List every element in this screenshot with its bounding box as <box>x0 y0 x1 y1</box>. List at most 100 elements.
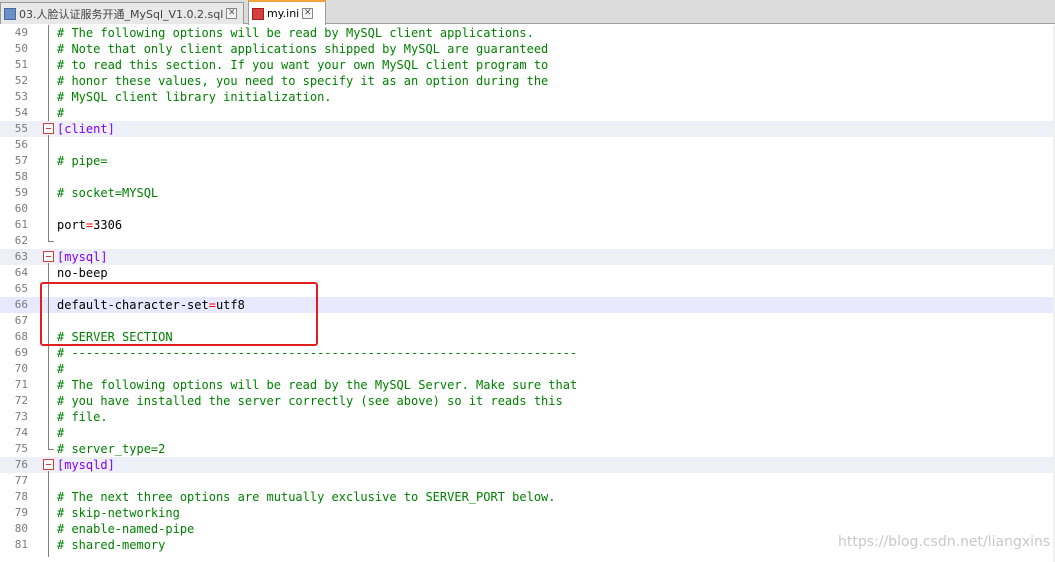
code-line[interactable]: 58 <box>0 169 1055 185</box>
token: no-beep <box>57 266 108 280</box>
token: # enable-named-pipe <box>57 522 195 536</box>
line-number: 78 <box>14 490 28 503</box>
close-icon[interactable]: ✕ <box>302 8 314 19</box>
token: # file. <box>57 410 108 424</box>
close-icon[interactable]: ✕ <box>226 8 238 19</box>
token: [mysql] <box>57 250 108 264</box>
code-line[interactable]: 69 # ------------------------------------… <box>0 345 1055 361</box>
code-line[interactable]: 70 # <box>0 361 1055 377</box>
line-text: # honor these values, you need to specif… <box>57 73 548 89</box>
code-line[interactable]: 64 no-beep <box>0 265 1055 281</box>
code-line[interactable]: 74 # <box>0 425 1055 441</box>
code-line[interactable]: 51 # to read this section. If you want yo… <box>0 57 1055 73</box>
fold-toggle-icon[interactable] <box>43 251 54 262</box>
line-number: 52 <box>14 74 28 87</box>
line-number: 75 <box>14 442 28 455</box>
line-number: 50 <box>14 42 28 55</box>
line-number: 81 <box>14 538 28 551</box>
token: 3306 <box>93 218 123 232</box>
token: # to read this section. If you want your… <box>57 58 549 72</box>
token: # <box>57 106 65 120</box>
line-number: 69 <box>14 346 28 359</box>
line-number: 67 <box>14 314 28 327</box>
token: # skip-networking <box>57 506 180 520</box>
line-number: 49 <box>14 26 28 39</box>
line-text: # --------------------------------------… <box>57 345 577 361</box>
tab-label: my.ini <box>267 7 300 20</box>
code-line[interactable]: 78 # The next three options are mutually … <box>0 489 1055 505</box>
code-line[interactable]: 52 # honor these values, you need to spec… <box>0 73 1055 89</box>
fold-end-marker <box>48 241 54 242</box>
line-number: 79 <box>14 506 28 519</box>
line-text: no-beep <box>57 265 108 281</box>
line-number: 73 <box>14 410 28 423</box>
token: # The following options will be read by … <box>57 378 578 392</box>
line-number: 55 <box>14 122 28 135</box>
line-number: 51 <box>14 58 28 71</box>
token: # The next three options are mutually ex… <box>57 490 556 504</box>
fold-toggle-icon[interactable] <box>43 123 54 134</box>
code-line[interactable]: 61 port=3306 <box>0 217 1055 233</box>
line-text: # socket=MYSQL <box>57 185 158 201</box>
token: # <box>57 362 65 376</box>
line-number: 70 <box>14 362 28 375</box>
section-header-line[interactable]: 55 [client] <box>0 121 1055 137</box>
line-number: 77 <box>14 474 28 487</box>
line-text: # shared-memory <box>57 537 165 553</box>
line-number: 60 <box>14 202 28 215</box>
line-text: [mysqld] <box>57 457 115 473</box>
code-line[interactable]: 57 # pipe= <box>0 153 1055 169</box>
tab-bar: 03.人脸认证服务开通_MySql_V1.0.2.sql ✕ my.ini ✕ <box>0 0 1055 25</box>
token: # Note that only client applications shi… <box>57 42 549 56</box>
code-line[interactable]: 79 # skip-networking <box>0 505 1055 521</box>
line-text: # The following options will be read by … <box>57 25 534 41</box>
line-number: 65 <box>14 282 28 295</box>
token: [client] <box>57 122 115 136</box>
token: # server_type=2 <box>57 442 166 456</box>
line-number: 56 <box>14 138 28 151</box>
token: # you have installed the server correctl… <box>57 394 563 408</box>
token: [mysqld] <box>57 458 115 472</box>
fold-guide <box>48 471 49 557</box>
code-line[interactable]: 72 # you have installed the server correc… <box>0 393 1055 409</box>
annotation-box <box>40 282 318 346</box>
fold-toggle-icon[interactable] <box>43 459 54 470</box>
code-line[interactable]: 73 # file. <box>0 409 1055 425</box>
code-line[interactable]: 49 # The following options will be read b… <box>0 25 1055 41</box>
token: # honor these values, you need to specif… <box>57 74 549 88</box>
section-header-line[interactable]: 63 [mysql] <box>0 249 1055 265</box>
sql-file-icon <box>4 7 16 20</box>
code-line[interactable]: 53 # MySQL client library initialization. <box>0 89 1055 105</box>
line-text: # to read this section. If you want your… <box>57 57 548 73</box>
code-line[interactable]: 56 <box>0 137 1055 153</box>
line-number: 54 <box>14 106 28 119</box>
line-number: 57 <box>14 154 28 167</box>
code-line[interactable]: 75 # server_type=2 <box>0 441 1055 457</box>
line-number: 63 <box>14 250 28 263</box>
token: # shared-memory <box>57 538 166 552</box>
token: # MySQL client library initialization. <box>57 90 332 104</box>
code-line[interactable]: 59 # socket=MYSQL <box>0 185 1055 201</box>
tab-sql-file[interactable]: 03.人脸认证服务开通_MySql_V1.0.2.sql ✕ <box>0 2 244 24</box>
token: # The following options will be read by … <box>57 26 534 40</box>
code-line[interactable]: 62 <box>0 233 1055 249</box>
line-number: 62 <box>14 234 28 247</box>
line-number: 72 <box>14 394 28 407</box>
code-line[interactable]: 71 # The following options will be read b… <box>0 377 1055 393</box>
line-text: [mysql] <box>57 249 108 265</box>
tab-my-ini[interactable]: my.ini ✕ <box>248 0 326 25</box>
section-header-line[interactable]: 76 [mysqld] <box>0 457 1055 473</box>
line-text: # <box>57 425 64 441</box>
code-line[interactable]: 77 <box>0 473 1055 489</box>
line-text: [client] <box>57 121 115 137</box>
line-text: port=3306 <box>57 217 122 233</box>
code-line[interactable]: 54 # <box>0 105 1055 121</box>
code-line[interactable]: 50 # Note that only client applications s… <box>0 41 1055 57</box>
line-number: 76 <box>14 458 28 471</box>
line-number: 61 <box>14 218 28 231</box>
code-line[interactable]: 60 <box>0 201 1055 217</box>
line-number: 68 <box>14 330 28 343</box>
line-number: 53 <box>14 90 28 103</box>
line-text: # enable-named-pipe <box>57 521 194 537</box>
line-number: 71 <box>14 378 28 391</box>
